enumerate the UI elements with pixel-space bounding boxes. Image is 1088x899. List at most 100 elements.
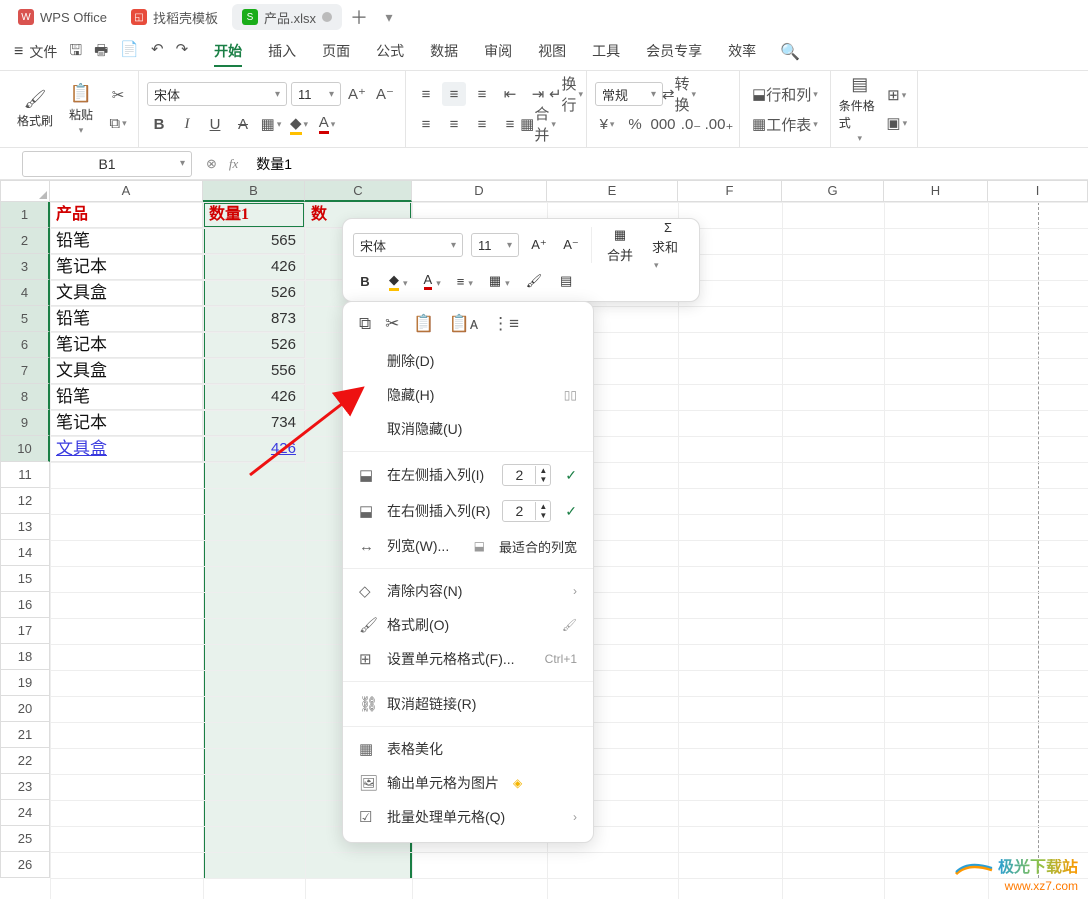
ctx-copy-icon[interactable]: ⧉ — [359, 314, 371, 334]
row-header-5[interactable]: 5 — [0, 306, 50, 332]
cell[interactable]: 526 — [203, 332, 305, 358]
ctx-delete[interactable]: 删除(D) — [343, 344, 593, 378]
row-header-10[interactable]: 10 — [0, 436, 50, 462]
row-header-18[interactable]: 18 — [0, 644, 50, 670]
cell[interactable]: 426 — [203, 384, 305, 410]
menu-review[interactable]: 审阅 — [484, 37, 512, 67]
underline-button[interactable]: U — [203, 112, 227, 136]
tab-wps-home[interactable]: W WPS Office — [8, 4, 117, 30]
ctx-format-cells[interactable]: ⊞ 设置单元格格式(F)... Ctrl+1 — [343, 642, 593, 676]
mini-fill-color-button[interactable]: ◆ — [385, 269, 412, 293]
row-header-16[interactable]: 16 — [0, 592, 50, 618]
mini-decrease-font-button[interactable]: A⁻ — [559, 233, 583, 257]
row-header-2[interactable]: 2 — [0, 228, 50, 254]
fx-icon[interactable]: fx — [229, 156, 238, 172]
cell[interactable]: 文具盒 — [50, 436, 203, 462]
cell[interactable]: 文具盒 — [50, 358, 203, 384]
cancel-formula-icon[interactable]: ⊗ — [206, 156, 217, 172]
cell[interactable]: 笔记本 — [50, 410, 203, 436]
ctx-paste-values-icon[interactable]: 📋ᴀ — [449, 314, 479, 334]
mini-align-button[interactable]: ≡ — [453, 269, 477, 293]
mini-border-button[interactable]: ▦ — [485, 269, 514, 293]
decrease-font-button[interactable]: A⁻ — [373, 82, 397, 106]
row-header-23[interactable]: 23 — [0, 774, 50, 800]
currency-button[interactable]: ¥ — [595, 112, 619, 136]
row-header-14[interactable]: 14 — [0, 540, 50, 566]
cell[interactable]: 铅笔 — [50, 384, 203, 410]
ctx-insert-left[interactable]: ⬓ 在左侧插入列(I) 2 ▲▼ ✓ — [343, 457, 593, 493]
menu-efficiency[interactable]: 效率 — [728, 37, 756, 67]
file-menu[interactable]: 文件 — [29, 42, 57, 62]
row-header-9[interactable]: 9 — [0, 410, 50, 436]
ctx-cut-icon[interactable]: ✂ — [385, 314, 399, 334]
print-preview-icon[interactable]: 📄 — [120, 40, 139, 65]
hamburger-icon[interactable]: ≡ — [14, 43, 23, 61]
font-family-select[interactable]: 宋体 — [147, 82, 287, 106]
save-icon[interactable]: 🖫 — [69, 40, 82, 65]
mini-font-color-button[interactable]: A — [420, 269, 445, 293]
col-header-E[interactable]: E — [547, 180, 678, 202]
cell[interactable]: 铅笔 — [50, 228, 203, 254]
cell[interactable]: 426 — [203, 254, 305, 280]
col-header-G[interactable]: G — [782, 180, 884, 202]
new-tab-button[interactable]: ＋ — [346, 4, 372, 30]
ctx-format-brush[interactable]: 🖌 格式刷(O) 🖌 — [343, 608, 593, 642]
cell[interactable]: 526 — [203, 280, 305, 306]
col-header-H[interactable]: H — [884, 180, 988, 202]
align-right-button[interactable]: ≡ — [470, 112, 494, 136]
row-header-13[interactable]: 13 — [0, 514, 50, 540]
menu-tools[interactable]: 工具 — [592, 37, 620, 67]
row-header-3[interactable]: 3 — [0, 254, 50, 280]
ctx-col-width[interactable]: ↔ 列宽(W)... ⬓ 最适合的列宽 — [343, 529, 593, 563]
tab-template[interactable]: ◱ 找稻壳模板 — [121, 4, 228, 30]
strike-button[interactable]: A — [231, 112, 255, 136]
row-header-11[interactable]: 11 — [0, 462, 50, 488]
cell[interactable]: 笔记本 — [50, 254, 203, 280]
ctx-export-img[interactable]: 🖼 输出单元格为图片 ◈ — [343, 766, 593, 800]
mini-font-size-select[interactable]: 11 — [471, 233, 519, 257]
menu-insert[interactable]: 插入 — [268, 37, 296, 67]
merge-button[interactable]: ▦ 合并 — [526, 112, 550, 136]
ctx-unhide[interactable]: 取消隐藏(U) — [343, 412, 593, 446]
cell[interactable]: 铅笔 — [50, 306, 203, 332]
col-header-F[interactable]: F — [678, 180, 782, 202]
cell[interactable]: 426 — [203, 436, 305, 462]
menu-data[interactable]: 数据 — [430, 37, 458, 67]
ctx-remove-link[interactable]: ⛓ 取消超链接(R) — [343, 687, 593, 721]
align-center-button[interactable]: ≡ — [442, 112, 466, 136]
wrap-text-button[interactable]: ↵ 换行 — [554, 82, 578, 106]
bold-button[interactable]: B — [147, 112, 171, 136]
copy-button[interactable]: ⧉ — [106, 111, 130, 135]
font-color-button[interactable]: A — [315, 112, 339, 136]
ctx-paste-icon[interactable]: 📋 — [413, 314, 434, 334]
align-middle-button[interactable]: ≡ — [442, 82, 466, 106]
ctx-insert-right-spinner[interactable]: 2 ▲▼ — [502, 500, 551, 522]
ctx-insert-right[interactable]: ⬓ 在右侧插入列(R) 2 ▲▼ ✓ — [343, 493, 593, 529]
undo-icon[interactable]: ↶ — [151, 40, 164, 65]
mini-font-family-select[interactable]: 宋体 — [353, 233, 463, 257]
row-header-8[interactable]: 8 — [0, 384, 50, 410]
decrease-decimal-button[interactable]: .0₋ — [679, 112, 703, 136]
ctx-clear[interactable]: ◇ 清除内容(N) › — [343, 574, 593, 608]
convert-button[interactable]: ⇄ 转换 — [667, 82, 691, 106]
mini-merge-button[interactable]: ▦ 合并 — [600, 233, 640, 257]
row-header-12[interactable]: 12 — [0, 488, 50, 514]
ctx-hide[interactable]: 隐藏(H) ▯▯ — [343, 378, 593, 412]
row-header-17[interactable]: 17 — [0, 618, 50, 644]
row-header-19[interactable]: 19 — [0, 670, 50, 696]
formula-input[interactable] — [252, 151, 1088, 177]
ctx-batch[interactable]: ☑ 批量处理单元格(Q) › — [343, 800, 593, 834]
mini-sum-button[interactable]: Σ 求和 — [648, 233, 688, 257]
col-header-C[interactable]: C — [305, 180, 412, 202]
row-header-26[interactable]: 26 — [0, 852, 50, 878]
row-header-24[interactable]: 24 — [0, 800, 50, 826]
row-header-1[interactable]: 1 — [0, 202, 50, 228]
row-header-7[interactable]: 7 — [0, 358, 50, 384]
mini-format-brush-button[interactable]: 🖌 — [522, 269, 547, 293]
row-header-25[interactable]: 25 — [0, 826, 50, 852]
cell[interactable]: 734 — [203, 410, 305, 436]
row-header-4[interactable]: 4 — [0, 280, 50, 306]
menu-page[interactable]: 页面 — [322, 37, 350, 67]
increase-decimal-button[interactable]: .00₊ — [707, 112, 731, 136]
mini-bold-button[interactable]: B — [353, 269, 377, 293]
